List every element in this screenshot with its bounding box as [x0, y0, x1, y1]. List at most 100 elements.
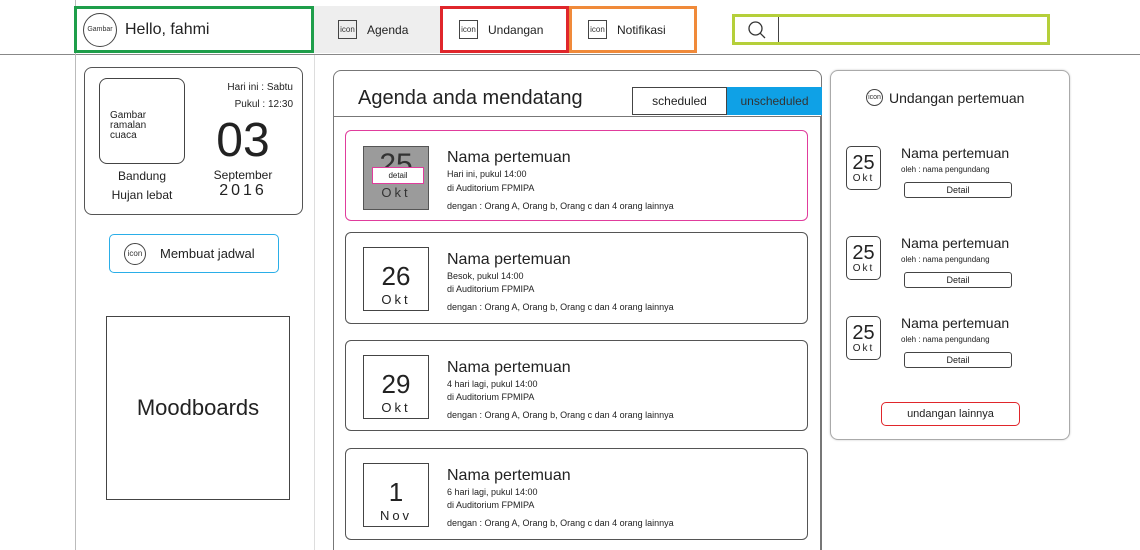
- invitation-icon: icon: [866, 89, 883, 106]
- agenda-day: 26: [381, 261, 411, 291]
- moodboards-panel[interactable]: Moodboards: [106, 316, 290, 500]
- create-schedule-button[interactable]: icon Membuat jadwal: [109, 234, 279, 273]
- invitation-name: Nama pertemuan: [901, 315, 1010, 331]
- nav-agenda[interactable]: icon Agenda: [314, 6, 440, 53]
- greeting-text: Hello, fahmi: [125, 20, 210, 38]
- agenda-place: di Auditorium FPMIPA: [447, 500, 535, 510]
- tab-scheduled-label: scheduled: [652, 94, 707, 108]
- agenda-participants: dengan : Orang A, Orang b, Orang c dan 4…: [447, 201, 674, 211]
- agenda-place: di Auditorium FPMIPA: [447, 183, 535, 193]
- weather-month: September: [213, 168, 273, 182]
- weather-year: 2016: [219, 182, 267, 199]
- invitation-detail-button[interactable]: Detail: [904, 182, 1012, 198]
- agenda-day: 1: [388, 477, 404, 507]
- agenda-scrollbar[interactable]: [820, 116, 822, 550]
- agenda-date-box: 1 Nov: [363, 463, 429, 527]
- agenda-participants: dengan : Orang A, Orang b, Orang c dan 4…: [447, 302, 674, 312]
- invitation-item: 25 Okt Nama pertemuan oleh : nama pengun…: [846, 235, 1046, 292]
- invitation-name: Nama pertemuan: [901, 145, 1010, 161]
- agenda-title: Agenda anda mendatang: [358, 87, 583, 109]
- weather-image-label: Gambar ramalan cuaca: [110, 110, 147, 141]
- agenda-item[interactable]: 26 Okt Nama pertemuan Besok, pukul 14:00…: [345, 232, 808, 324]
- invitation-month: Okt: [852, 263, 875, 274]
- agenda-month: Okt: [381, 292, 411, 307]
- agenda-participants: dengan : Orang A, Orang b, Orang c dan 4…: [447, 410, 674, 420]
- nav-notifikasi[interactable]: icon Notifikasi: [569, 6, 697, 53]
- agenda-when: Besok, pukul 14:00: [447, 271, 524, 281]
- agenda-participants: dengan : Orang A, Orang b, Orang c dan 4…: [447, 518, 674, 528]
- weather-condition: Hujan lebat: [111, 188, 173, 202]
- invitation-date-box: 25 Okt: [846, 236, 881, 280]
- weather-date: 03: [216, 114, 270, 167]
- invitation-detail-button[interactable]: Detail: [904, 272, 1012, 288]
- agenda-month: Okt: [381, 400, 411, 415]
- nav-agenda-label: Agenda: [367, 22, 409, 37]
- agenda-date-box: 29 Okt: [363, 355, 429, 419]
- agenda-icon: icon: [338, 20, 357, 39]
- invitation-date-box: 25 Okt: [846, 146, 881, 190]
- agenda-when: 4 hari lagi, pukul 14:00: [447, 379, 538, 389]
- agenda-detail-button[interactable]: detail: [372, 167, 424, 184]
- agenda-detail-label: detail: [388, 171, 408, 180]
- avatar: Gambar: [83, 12, 117, 47]
- agenda-place: di Auditorium FPMIPA: [447, 284, 535, 294]
- agenda-when: Hari ini, pukul 14:00: [447, 169, 527, 179]
- invitation-detail-label: Detail: [946, 355, 970, 365]
- tab-unscheduled[interactable]: unscheduled: [727, 87, 822, 115]
- agenda-item[interactable]: 25 Okt detail Nama pertemuan Hari ini, p…: [345, 130, 808, 221]
- agenda-month: Okt: [381, 185, 411, 200]
- undangan-icon: icon: [459, 20, 478, 39]
- calendar-add-icon: icon: [124, 242, 146, 265]
- agenda-name: Nama pertemuan: [447, 359, 571, 376]
- agenda-date-box: 26 Okt: [363, 247, 429, 311]
- left-sidebar: [314, 55, 315, 550]
- invitation-day: 25: [852, 242, 875, 264]
- invitation-by: oleh : nama pengundang: [901, 335, 990, 344]
- agenda-month: Nov: [379, 508, 413, 523]
- invitation-detail-label: Detail: [946, 185, 970, 195]
- invitation-day: 25: [852, 152, 875, 174]
- weather-day: Hari ini : Sabtu: [227, 82, 293, 93]
- agenda-name: Nama pertemuan: [447, 149, 571, 166]
- weather-time: Pukul : 12:30: [234, 99, 293, 110]
- agenda-item[interactable]: 1 Nov Nama pertemuan 6 hari lagi, pukul …: [345, 448, 808, 540]
- invitation-date-box: 25 Okt: [846, 316, 881, 360]
- tab-scheduled[interactable]: scheduled: [632, 87, 727, 115]
- search-icon[interactable]: [735, 17, 779, 42]
- invitation-item: 25 Okt Nama pertemuan oleh : nama pengun…: [846, 315, 1046, 372]
- invitation-by: oleh : nama pengundang: [901, 255, 990, 264]
- agenda-place: di Auditorium FPMIPA: [447, 392, 535, 402]
- invitations-header: icon Undangan pertemuan: [866, 89, 1024, 106]
- invitation-month: Okt: [852, 173, 875, 184]
- more-invitations-button[interactable]: undangan lainnya: [881, 402, 1020, 426]
- search-input[interactable]: [779, 17, 1047, 42]
- invitations-title: Undangan pertemuan: [889, 89, 1025, 106]
- nav-undangan[interactable]: icon Undangan: [440, 6, 569, 53]
- weather-image: Gambar ramalan cuaca: [99, 78, 185, 164]
- invitation-item: 25 Okt Nama pertemuan oleh : nama pengun…: [846, 145, 1046, 202]
- nav-undangan-label: Undangan: [488, 22, 544, 37]
- left-column-divider: [75, 0, 76, 550]
- invitation-name: Nama pertemuan: [901, 235, 1010, 251]
- invitation-day: 25: [852, 322, 875, 344]
- agenda-list-divider: [333, 116, 822, 117]
- create-schedule-label: Membuat jadwal: [160, 246, 255, 261]
- invitation-detail-button[interactable]: Detail: [904, 352, 1012, 368]
- greeting-box[interactable]: Gambar Hello, fahmi: [74, 6, 314, 53]
- moodboards-label: Moodboards: [136, 395, 260, 420]
- search-bar[interactable]: [732, 14, 1050, 45]
- invitation-by: oleh : nama pengundang: [901, 165, 990, 174]
- agenda-name: Nama pertemuan: [447, 251, 571, 268]
- invitation-detail-label: Detail: [946, 275, 970, 285]
- invitation-month: Okt: [852, 343, 875, 354]
- agenda-day: 29: [381, 369, 411, 399]
- weather-city: Bandung: [117, 169, 167, 183]
- agenda-name: Nama pertemuan: [447, 467, 571, 484]
- weather-card: Gambar ramalan cuaca Bandung Hujan lebat…: [84, 67, 303, 215]
- nav-notifikasi-label: Notifikasi: [617, 22, 666, 37]
- tab-unscheduled-label: unscheduled: [740, 94, 809, 108]
- agenda-item[interactable]: 29 Okt Nama pertemuan 4 hari lagi, pukul…: [345, 340, 808, 431]
- agenda-when: 6 hari lagi, pukul 14:00: [447, 487, 538, 497]
- notifikasi-icon: icon: [588, 20, 607, 39]
- more-invitations-label: undangan lainnya: [907, 408, 994, 420]
